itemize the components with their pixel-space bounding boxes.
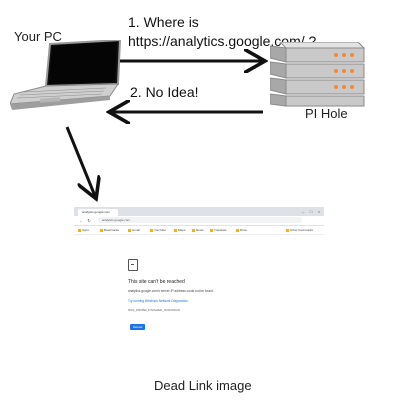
bookmark-item: Maps [174,227,185,233]
close-icon: × [317,209,321,214]
error-detail: analytics.google.com's server IP address… [128,289,214,293]
bookmark-item: Bookmarks [100,227,119,233]
bookmark-item: Gmail [128,227,140,233]
address-bar: analytics.google.com [98,217,302,223]
reload-button: Reload [130,324,145,330]
error-title: This site can't be reached [128,279,185,285]
bookmarks-bar: Apps Bookmarks Gmail YouTube Maps News T… [74,226,324,235]
bookmark-item: YouTube [150,227,166,233]
back-icon: ← [79,218,83,223]
browser-tab: analytics.google.com [78,209,118,216]
minimize-icon: – [301,209,305,214]
bookmark-item: Drive [236,227,247,233]
reload-icon: ↻ [87,218,91,223]
arrow-result [65,126,95,196]
sad-page-icon [128,259,138,271]
dead-link-screenshot: analytics.google.com – □ × ← ↻ analytics… [74,207,324,347]
error-link: Try running Windows Network Diagnostics. [128,299,189,303]
bookmark-item: Other bookmarks [286,227,313,233]
maximize-icon: □ [309,209,313,214]
bookmark-item: News [192,227,204,233]
browser-tabbar: analytics.google.com – □ × [74,207,324,216]
error-code: DNS_PROBE_FINISHED_NXDOMAIN [128,308,181,312]
browser-tab-title: analytics.google.com [82,210,111,214]
bookmark-item: Translate [210,227,226,233]
bookmark-item: Apps [78,227,89,233]
browser-toolbar: ← ↻ analytics.google.com [74,216,324,226]
